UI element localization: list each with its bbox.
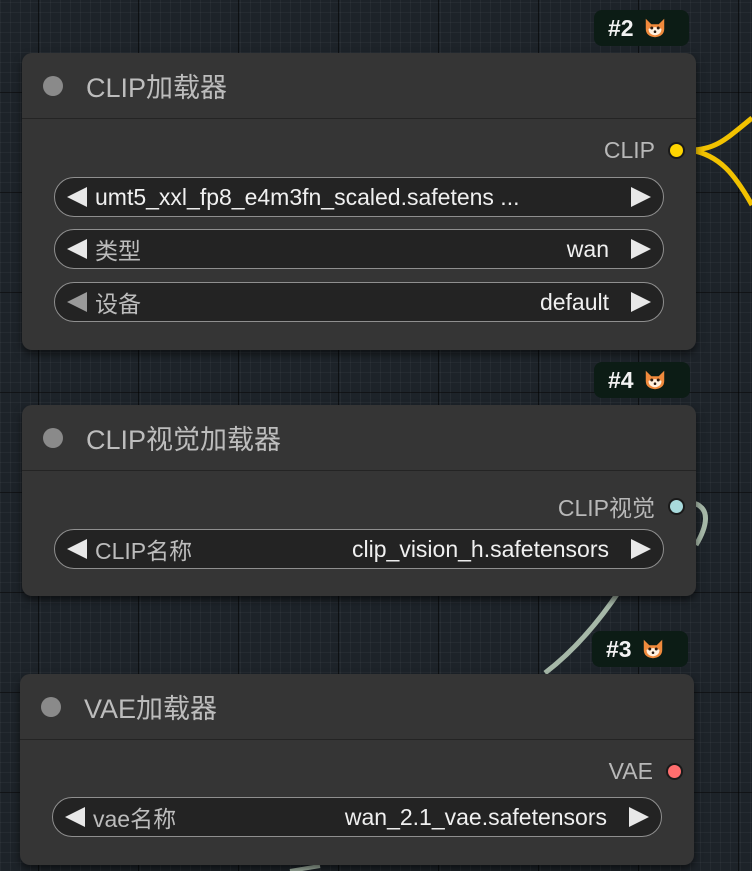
collapse-dot-icon[interactable] bbox=[43, 427, 63, 448]
device-combo[interactable]: 设备 default bbox=[54, 282, 664, 322]
arrow-right-icon[interactable] bbox=[631, 239, 651, 259]
node-title: CLIP加载器 bbox=[86, 73, 228, 103]
node-title-bar[interactable]: VAE加载器 bbox=[20, 674, 694, 740]
arrow-right-icon[interactable] bbox=[629, 807, 649, 827]
clip-wire bbox=[689, 147, 752, 207]
clip-vision-name-combo[interactable]: CLIP名称 clip_vision_h.safetensors bbox=[54, 529, 664, 569]
node-id: #4 bbox=[608, 366, 634, 393]
output-label: CLIP视觉 bbox=[557, 495, 655, 521]
output-slot-icon[interactable] bbox=[668, 497, 685, 515]
output-clip[interactable]: CLIP bbox=[604, 137, 685, 164]
output-slot-icon[interactable] bbox=[668, 142, 685, 159]
collapse-dot-icon[interactable] bbox=[41, 696, 61, 717]
combo-value: wan_2.1_vae.safetensors bbox=[344, 803, 607, 830]
arrow-right-icon[interactable] bbox=[631, 292, 651, 312]
combo-value: default bbox=[539, 288, 609, 315]
combo-label: 类型 bbox=[95, 238, 141, 264]
arrow-left-icon[interactable] bbox=[65, 807, 85, 827]
combo-label: vae名称 bbox=[93, 806, 177, 832]
node-id-badge: #3 bbox=[592, 631, 688, 667]
fox-icon bbox=[643, 639, 662, 659]
node-title-bar[interactable]: CLIP视觉加载器 bbox=[22, 405, 696, 471]
clip-wire bbox=[689, 116, 752, 153]
arrow-left-icon[interactable] bbox=[67, 187, 87, 207]
combo-label: 设备 bbox=[95, 291, 141, 317]
node-id-badge: #2 bbox=[594, 10, 689, 46]
arrow-left-icon[interactable] bbox=[67, 239, 87, 259]
combo-label: CLIP名称 bbox=[95, 538, 193, 564]
arrow-left-icon[interactable] bbox=[67, 539, 87, 559]
collapse-dot-icon[interactable] bbox=[43, 75, 63, 96]
node-id: #2 bbox=[608, 14, 634, 41]
vae-loader-node[interactable]: VAE加载器 VAE vae名称 wan_2.1_vae.safetensors bbox=[20, 674, 694, 865]
vae-wire bbox=[289, 864, 321, 871]
arrow-right-icon[interactable] bbox=[631, 187, 651, 207]
clip-vision-loader-node[interactable]: CLIP视觉加载器 CLIP视觉 CLIP名称 clip_vision_h.sa… bbox=[22, 405, 696, 596]
fox-icon bbox=[645, 370, 664, 390]
node-title-bar[interactable]: CLIP加载器 bbox=[22, 53, 696, 119]
arrow-left-icon[interactable] bbox=[67, 292, 87, 312]
output-slot-icon[interactable] bbox=[666, 763, 683, 780]
arrow-right-icon[interactable] bbox=[631, 539, 651, 559]
combo-value: clip_vision_h.safetensors bbox=[352, 535, 609, 562]
output-label: VAE bbox=[608, 758, 653, 784]
clip-name-combo[interactable]: umt5_xxl_fp8_e4m3fn_scaled.safetens ... bbox=[54, 177, 664, 217]
node-title: VAE加载器 bbox=[84, 694, 218, 724]
vae-name-combo[interactable]: vae名称 wan_2.1_vae.safetensors bbox=[52, 797, 662, 837]
combo-value: wan bbox=[566, 235, 609, 262]
combo-value: umt5_xxl_fp8_e4m3fn_scaled.safetens ... bbox=[95, 183, 520, 210]
node-id: #3 bbox=[606, 635, 632, 662]
output-vae[interactable]: VAE bbox=[609, 758, 683, 785]
fox-icon bbox=[645, 18, 664, 38]
output-label: CLIP bbox=[603, 137, 655, 163]
type-combo[interactable]: 类型 wan bbox=[54, 229, 664, 269]
clip-loader-node[interactable]: CLIP加载器 CLIP umt5_xxl_fp8_e4m3fn_scaled.… bbox=[22, 53, 696, 350]
output-clip-vision[interactable]: CLIP视觉 bbox=[558, 489, 685, 523]
node-title: CLIP视觉加载器 bbox=[86, 425, 282, 455]
node-id-badge: #4 bbox=[594, 362, 690, 398]
